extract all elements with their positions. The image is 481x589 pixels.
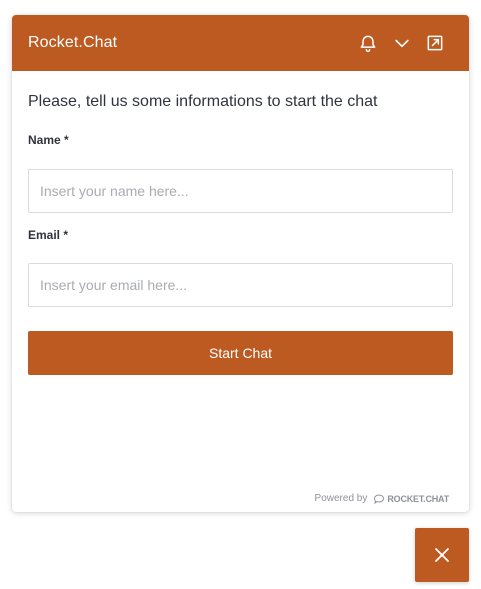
header-title: Rocket.Chat — [28, 34, 118, 51]
rocketchat-logo[interactable]: ROCKET.CHAT — [373, 494, 449, 504]
chevron-down-icon[interactable] — [390, 31, 414, 55]
name-input[interactable] — [28, 169, 453, 213]
email-input[interactable] — [28, 263, 453, 307]
start-chat-button[interactable]: Start Chat — [28, 331, 453, 375]
widget-footer: Powered by ROCKET.CHAT — [314, 493, 450, 504]
close-icon — [435, 548, 449, 562]
brand-text: ROCKET.CHAT — [387, 493, 449, 504]
close-chat-button[interactable] — [415, 528, 469, 582]
popout-icon[interactable] — [423, 31, 447, 55]
email-label: Email * — [28, 228, 69, 242]
widget-header: Rocket.Chat — [12, 15, 469, 71]
bell-icon[interactable] — [356, 31, 380, 55]
name-label: Name * — [28, 133, 69, 147]
rocket-logo-icon — [374, 493, 385, 504]
intro-text: Please, tell us some informations to sta… — [28, 93, 378, 110]
powered-by-text: Powered by — [314, 493, 368, 504]
chat-widget: Rocket.Chat Please, tell us some informa… — [12, 15, 469, 512]
